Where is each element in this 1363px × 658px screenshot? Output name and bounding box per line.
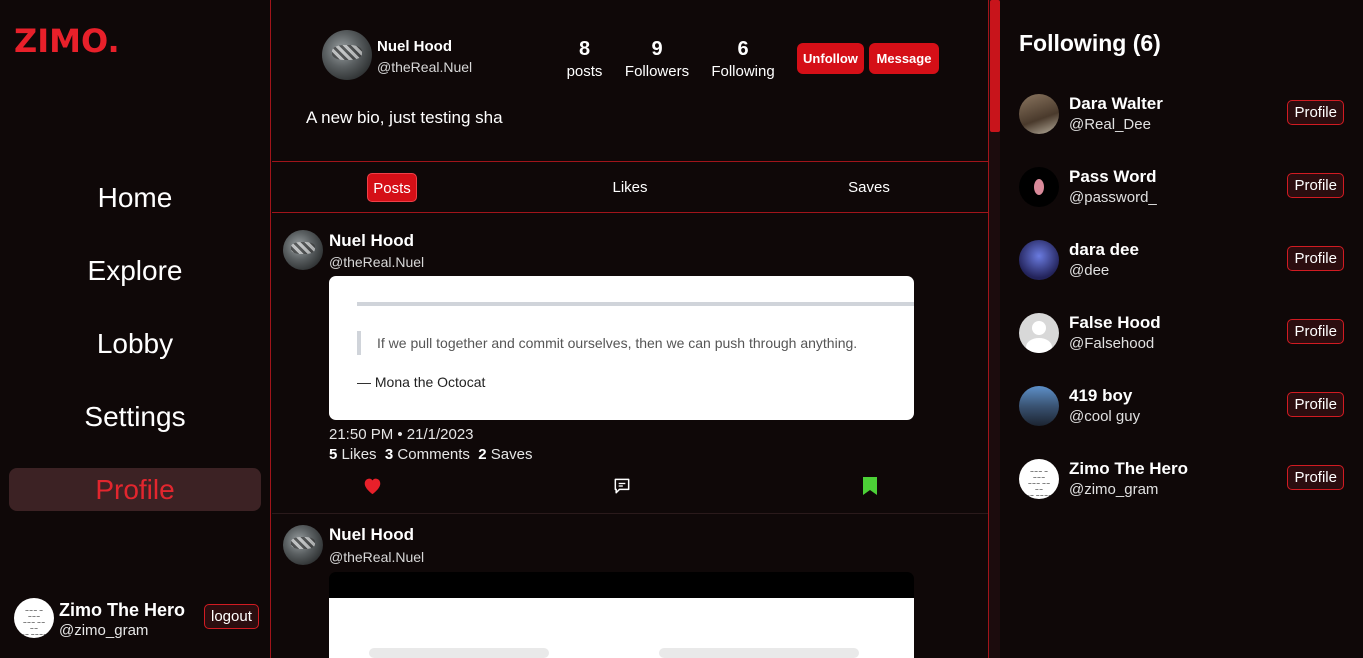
post-image[interactable]: If we pull together and commit ourselves… [329,276,914,420]
nav-home[interactable]: Home [9,176,261,219]
following-avatar[interactable]: ~~~ ~ ~~~ ~~~ ~~ ~~ ~~ ~~~~ [1019,459,1059,499]
main-nav: Home Explore Lobby Settings Profile [9,176,261,541]
following-avatar[interactable] [1019,94,1059,134]
comments-label: Comments [397,446,470,463]
left-sidebar: ZIMO. Home Explore Lobby Settings Profil… [0,0,271,658]
profile-button[interactable]: Profile [1287,100,1344,125]
profile-avatar[interactable] [322,30,372,80]
following-panel: Following (6) Dara Walter @Real_Dee Prof… [1000,0,1363,658]
following-item: Dara Walter @Real_Dee Profile [1019,94,1344,136]
stat-posts-label: posts [566,63,603,80]
scrollbar-thumb[interactable] [990,0,1000,132]
following-item: dara dee @dee Profile [1019,240,1344,282]
current-user-avatar[interactable]: ~~~ ~ ~~~ ~~~ ~~ ~~ ~~ ~~~~ [14,598,54,638]
following-avatar[interactable] [1019,386,1059,426]
stat-following-count: 6 [737,38,749,60]
following-handle: @zimo_gram [1069,481,1159,498]
post-counts: 5 Likes 3 Comments 2 Saves [329,446,533,463]
nav-lobby[interactable]: Lobby [9,322,261,365]
heart-icon[interactable] [362,476,383,500]
stat-followers-count: 9 [651,38,663,60]
profile-tabs: Posts Likes Saves [272,163,988,213]
post-author-handle: @theReal.Nuel [329,549,425,565]
following-name[interactable]: False Hood [1069,313,1161,333]
main-feed: Nuel Hood @theReal.Nuel 8 posts 9 Follow… [272,0,988,658]
following-item: 419 boy @cool guy Profile [1019,386,1344,428]
tab-posts[interactable]: Posts [367,173,417,202]
nav-explore[interactable]: Explore [9,249,261,292]
following-avatar[interactable] [1019,167,1059,207]
post-quote-author: — Mona the Octocat [357,374,486,390]
following-handle: @cool guy [1069,408,1141,425]
profile-button[interactable]: Profile [1287,465,1344,490]
logout-button[interactable]: logout [204,604,259,629]
saves-label: Saves [490,446,533,463]
app: ZIMO. Home Explore Lobby Settings Profil… [0,0,1363,658]
zimo-logo[interactable]: ZIMO. [14,22,120,60]
profile-bio: A new bio, just testing sha [306,108,503,127]
post-author-avatar[interactable] [283,525,323,565]
following-item: Pass Word @password_ Profile [1019,167,1344,209]
following-avatar[interactable] [1019,240,1059,280]
current-user-handle: @zimo_gram [59,622,149,639]
profile-button[interactable]: Profile [1287,173,1344,198]
post-author-name[interactable]: Nuel Hood [329,231,414,251]
message-button[interactable]: Message [869,43,939,74]
profile-header: Nuel Hood @theReal.Nuel 8 posts 9 Follow… [272,0,988,162]
divider [357,302,914,306]
profile-button[interactable]: Profile [1287,319,1344,344]
likes-count: 5 [329,446,338,463]
post-image[interactable] [329,572,914,658]
nav-settings[interactable]: Settings [9,395,261,438]
profile-name: Nuel Hood [377,38,452,55]
stat-posts-count: 8 [578,38,591,60]
comment-icon[interactable] [612,476,632,501]
following-avatar[interactable] [1019,313,1059,353]
bookmark-icon[interactable] [862,476,878,501]
following-handle: @password_ [1069,189,1157,206]
following-handle: @Real_Dee [1069,116,1151,133]
post-author-name[interactable]: Nuel Hood [329,525,414,545]
profile-handle: @theReal.Nuel [377,59,473,75]
following-handle: @dee [1069,262,1110,279]
following-name[interactable]: Dara Walter [1069,94,1163,114]
stat-followers[interactable]: 9 Followers [622,38,692,80]
post-quote: If we pull together and commit ourselves… [357,331,857,355]
saves-count: 2 [478,446,487,463]
stat-followers-label: Followers [624,63,690,80]
stat-following[interactable]: 6 Following [708,38,778,80]
stat-following-label: Following [711,63,775,80]
following-item: ~~~ ~ ~~~ ~~~ ~~ ~~ ~~ ~~~~ Zimo The Hero … [1019,459,1344,501]
post-item: Nuel Hood @theReal.Nuel If we pull toget… [272,214,988,514]
feed-scrollbar[interactable] [988,0,1000,658]
nav-profile[interactable]: Profile [9,468,261,511]
tab-saves[interactable]: Saves [844,173,894,202]
post-author-avatar[interactable] [283,230,323,270]
following-title: Following (6) [1019,30,1161,56]
tab-likes[interactable]: Likes [605,173,655,202]
stat-posts[interactable]: 8 posts [562,38,607,80]
current-user: ~~~ ~ ~~~ ~~~ ~~ ~~ ~~ ~~~~ Zimo The Hero … [14,598,264,642]
likes-label: Likes [341,446,377,463]
following-item: False Hood @Falsehood Profile [1019,313,1344,355]
unfollow-button[interactable]: Unfollow [797,43,864,74]
following-name[interactable]: 419 boy [1069,386,1132,406]
following-handle: @Falsehood [1069,335,1155,352]
following-name[interactable]: dara dee [1069,240,1139,260]
post-timestamp: 21:50 PM • 21/1/2023 [329,426,474,443]
profile-button[interactable]: Profile [1287,246,1344,271]
following-name[interactable]: Pass Word [1069,167,1157,187]
post-author-handle: @theReal.Nuel [329,254,425,270]
comments-count: 3 [384,446,394,463]
following-name[interactable]: Zimo The Hero [1069,459,1188,479]
current-user-name: Zimo The Hero [59,600,186,620]
profile-button[interactable]: Profile [1287,392,1344,417]
post-item: Nuel Hood @theReal.Nuel [272,515,988,658]
